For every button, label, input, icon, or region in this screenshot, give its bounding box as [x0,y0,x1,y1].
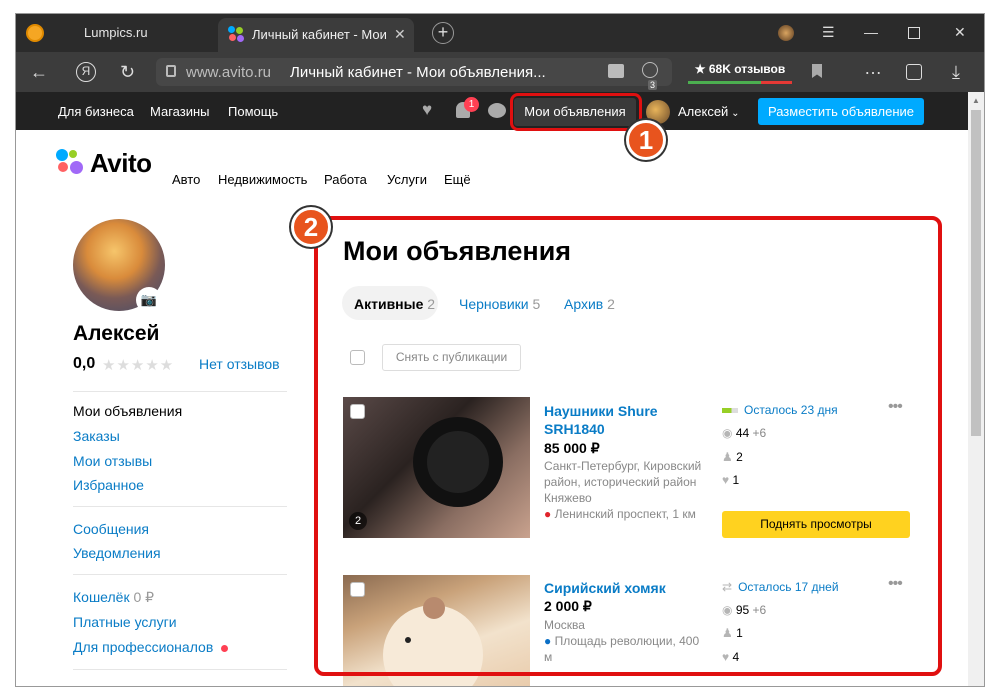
translate-icon[interactable] [608,64,624,78]
download-icon[interactable]: ⤓ [952,62,960,83]
tab-avito[interactable]: Личный кабинет - Мои ✕ [218,18,414,52]
scroll-up-icon[interactable]: ▲ [972,96,980,105]
pros-label: Для профессионалов [73,639,214,655]
scrollbar[interactable]: ▲ [968,92,984,686]
step-badge-2: 2 [291,207,331,247]
nav-services[interactable]: Услуги [387,172,427,187]
back-icon[interactable]: ← [30,62,48,83]
nav-more[interactable]: Ещё [444,172,471,187]
divider [73,669,287,670]
site-header: Для бизнеса Магазины Помощь ♥ 1 Мои объя… [16,92,968,130]
lock-icon [166,65,176,77]
step-badge-1: 1 [626,120,666,160]
url-page-title: Личный кабинет - Мои объявления... [290,64,546,81]
nav-auto[interactable]: Авто [172,172,200,187]
reload-icon[interactable]: ↻ [120,62,135,83]
menu-messages[interactable]: Сообщения [73,521,149,537]
menu-paid-services[interactable]: Платные услуги [73,614,177,630]
nav-realty[interactable]: Недвижимость [218,172,307,187]
logo-text: Avito [90,148,152,178]
rating-value: 0,0 [73,355,96,372]
reviews-badge[interactable]: ★ 68K отзывов [688,60,792,84]
menu-orders[interactable]: Заказы [73,428,120,444]
nav-jobs[interactable]: Работа [324,172,367,187]
menu-notifications[interactable]: Уведомления [73,545,161,561]
menu-favorites[interactable]: Избранное [73,477,144,493]
new-dot-icon [221,645,229,652]
user-menu[interactable]: Алексей ⌄ [678,104,739,119]
collections-icon[interactable] [906,64,922,80]
avito-favicon-icon [228,26,244,42]
scrollbar-thumb[interactable] [971,110,981,436]
chat-icon[interactable] [488,103,506,118]
profile-icon[interactable] [778,25,794,41]
help-link[interactable]: Помощь [228,104,278,119]
notification-count: 1 [464,97,479,112]
more-icon[interactable]: … [864,58,882,79]
close-window-icon[interactable]: ✕ [954,24,966,41]
profile-name: Алексей [73,322,160,345]
camera-icon[interactable]: 📷 [136,287,162,313]
menu-icon[interactable]: ☰ [822,24,835,41]
business-link[interactable]: Для бизнеса [58,104,134,119]
favorites-icon[interactable]: ♥ [422,100,432,120]
highlight-frame-1 [510,93,642,131]
url-field[interactable]: www.avito.ru Личный кабинет - Мои объявл… [156,58,672,86]
menu-my-ads[interactable]: Мои объявления [73,403,182,419]
new-tab-button[interactable]: + [432,22,454,44]
post-ad-button[interactable]: Разместить объявление [758,98,924,125]
maximize-icon[interactable] [908,27,920,39]
menu-pros[interactable]: Для профессионалов [73,639,229,655]
extension-icon[interactable] [642,62,658,78]
chevron-down-icon: ⌄ [728,108,740,119]
minimize-icon[interactable]: — [864,24,878,40]
browser-window: Lumpics.ru Личный кабинет - Мои ✕ + ☰ — … [16,14,984,686]
wallet-value: 0 ₽ [133,589,155,605]
highlight-frame-2 [314,216,942,676]
divider [73,574,287,575]
extension-count-badge: 3 [648,80,658,90]
tab-bar: Lumpics.ru Личный кабинет - Мои ✕ + ☰ — … [16,14,984,52]
tab-title: Lumpics.ru [84,25,148,40]
lumpics-favicon-icon [26,24,44,42]
menu-my-reviews[interactable]: Мои отзывы [73,453,152,469]
divider [73,506,287,507]
bookmark-icon[interactable] [812,64,822,78]
address-bar: ← Я ↻ www.avito.ru Личный кабинет - Мои … [16,52,984,92]
wallet-label: Кошелёк [73,589,130,605]
shops-link[interactable]: Магазины [150,104,210,119]
divider [73,391,287,392]
rating-stars: ★★★★★ [102,357,175,374]
tab-title: Личный кабинет - Мои [252,27,387,42]
menu-wallet[interactable]: Кошелёк 0 ₽ [73,589,154,606]
no-reviews-link[interactable]: Нет отзывов [199,356,280,372]
yandex-icon[interactable]: Я [76,62,96,82]
url-domain: www.avito.ru [186,64,272,81]
tab-lumpics[interactable]: Lumpics.ru [16,14,216,52]
close-tab-icon[interactable]: ✕ [394,26,406,43]
user-name: Алексей [678,104,729,119]
